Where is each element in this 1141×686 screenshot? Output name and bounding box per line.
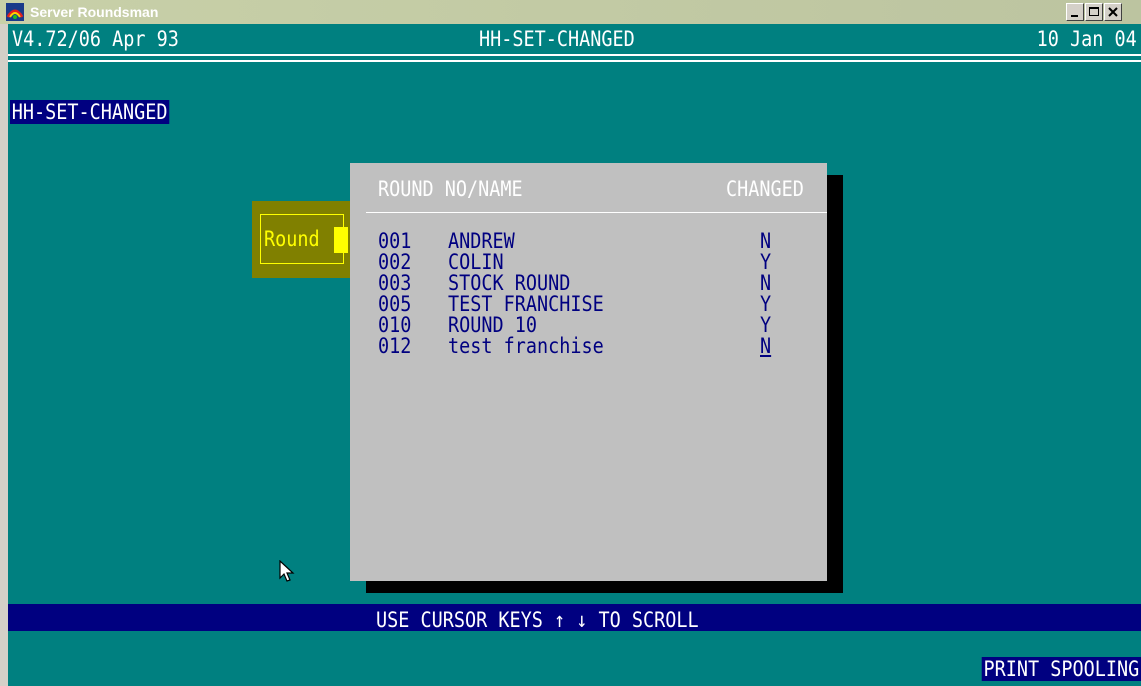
- maximize-icon: [1089, 7, 1099, 16]
- screen-name: HH-SET-CHANGED: [479, 27, 635, 51]
- round-changed-flag-selected[interactable]: N: [760, 334, 771, 358]
- maximize-button[interactable]: [1085, 3, 1103, 21]
- title-bar[interactable]: Server Roundsman: [0, 0, 1141, 24]
- header-divider-2: [8, 60, 1141, 62]
- round-name[interactable]: test franchise: [448, 334, 604, 358]
- minimize-button[interactable]: [1066, 3, 1084, 21]
- program-label: HH-SET-CHANGED: [10, 100, 170, 124]
- text-cursor: [334, 227, 348, 253]
- header-divider: [8, 54, 1141, 56]
- round-number[interactable]: 012: [378, 334, 411, 358]
- app-icon: [6, 3, 24, 21]
- close-button[interactable]: [1104, 3, 1122, 21]
- round-list-popup[interactable]: ROUND NO/NAME CHANGED 001 ANDREW N 002 C…: [350, 163, 827, 581]
- close-icon: [1108, 7, 1118, 17]
- round-field-label[interactable]: Round: [264, 227, 320, 251]
- column-header-round: ROUND NO/NAME: [378, 177, 523, 201]
- window-title: Server Roundsman: [30, 4, 159, 20]
- print-spooling-status: PRINT SPOOLING: [981, 657, 1141, 681]
- mouse-pointer-icon: [279, 560, 295, 582]
- minimize-icon: [1071, 15, 1078, 17]
- header-date: 10 Jan 04: [1036, 27, 1137, 51]
- version-text: V4.72/06 Apr 93: [12, 27, 179, 51]
- column-header-changed: CHANGED: [726, 177, 804, 201]
- scroll-hint: USE CURSOR KEYS ↑ ↓ TO SCROLL: [376, 608, 699, 632]
- popup-divider: [366, 212, 827, 213]
- terminal-screen[interactable]: V4.72/06 Apr 93 HH-SET-CHANGED 10 Jan 04…: [8, 24, 1141, 686]
